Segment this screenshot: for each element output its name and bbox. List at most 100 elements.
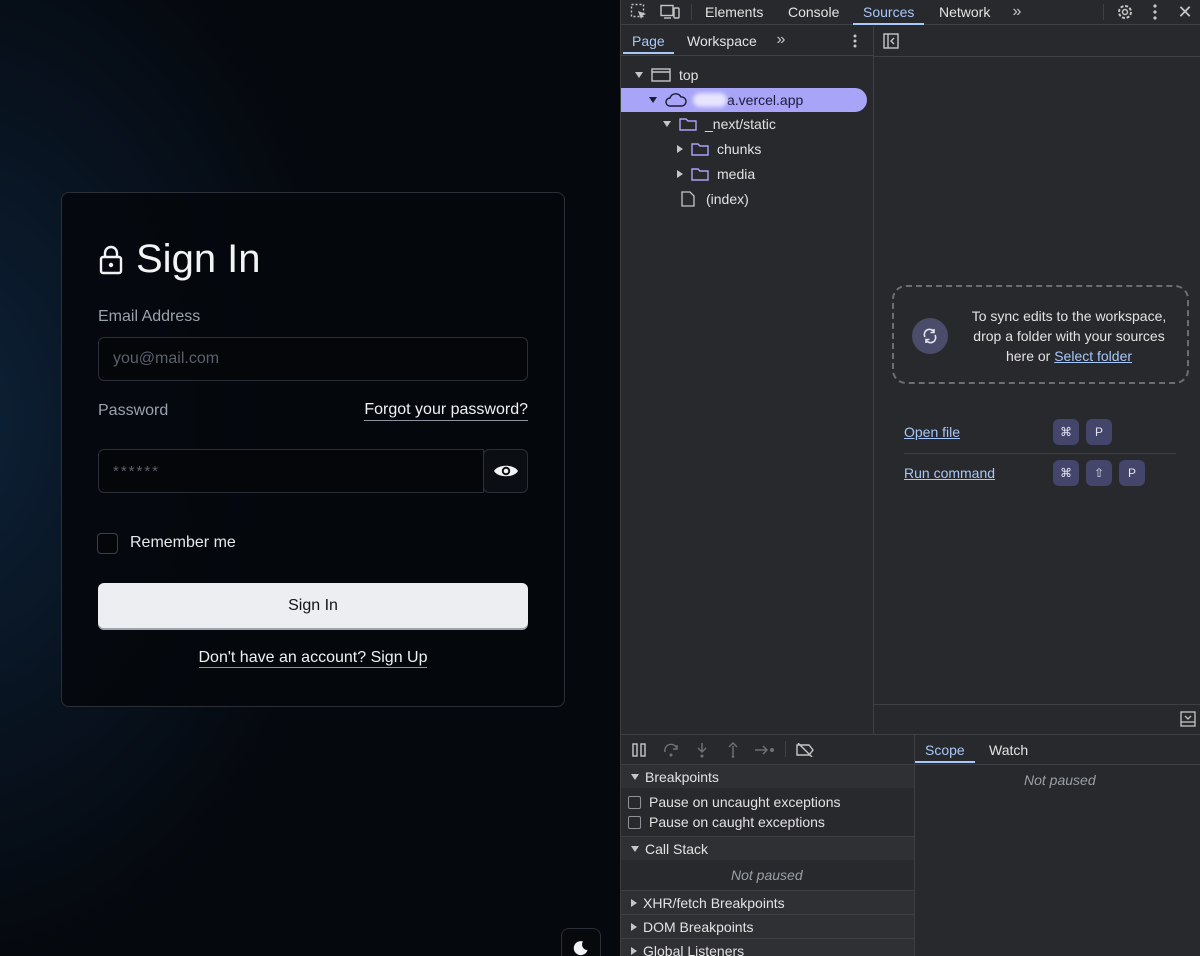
tab-sources[interactable]: Sources: [853, 0, 925, 25]
step-out-icon[interactable]: [723, 740, 743, 760]
sync-icon: [912, 318, 948, 354]
forgot-password-link[interactable]: Forgot your password?: [364, 401, 528, 421]
tree-item-media[interactable]: media: [621, 162, 873, 186]
device-toolbar-icon[interactable]: [659, 2, 681, 22]
tab-watch[interactable]: Watch: [989, 738, 1028, 763]
debugger-top-divider: [621, 734, 1200, 735]
cmd-key-icon: ⌘: [1053, 460, 1079, 486]
collapsed-triangle-icon: [631, 946, 637, 955]
login-app: Sign In Email Address you@mail.com Passw…: [0, 0, 620, 956]
password-field[interactable]: ******: [98, 449, 484, 493]
redacted-blur: [693, 93, 727, 107]
step-over-icon[interactable]: [661, 740, 681, 760]
tree-item-next-static[interactable]: _next/static: [621, 112, 873, 136]
scope-status: Not paused: [1024, 772, 1096, 788]
settings-gear-icon[interactable]: [1114, 1, 1136, 23]
navigator-subbar: Page Workspace »: [621, 26, 873, 56]
pause-uncaught-checkbox[interactable]: [628, 795, 641, 809]
expand-triangle-icon: [631, 845, 639, 852]
toolbar-divider: [691, 4, 692, 20]
workspace-drop-zone[interactable]: To sync edits to the workspace, drop a f…: [892, 285, 1189, 384]
tree-label-index: (index): [706, 191, 749, 207]
inspect-element-icon[interactable]: [629, 2, 649, 22]
remember-me-checkbox[interactable]: [97, 533, 118, 554]
tree-label-chunks: chunks: [717, 141, 762, 157]
pause-uncaught-row[interactable]: Pause on uncaught exceptions: [628, 794, 840, 810]
more-subtabs-chevron-icon[interactable]: »: [773, 30, 789, 50]
global-listeners-header[interactable]: Global Listeners: [621, 938, 914, 956]
toggle-sidebar-icon[interactable]: [881, 31, 901, 51]
password-label: Password: [98, 402, 169, 419]
dom-breakpoints-header[interactable]: DOM Breakpoints: [621, 914, 914, 938]
tree-label-domain: a.vercel.app: [727, 92, 804, 108]
expand-triangle-icon: [663, 121, 671, 127]
email-label: Email Address: [98, 308, 201, 325]
email-field[interactable]: you@mail.com: [98, 337, 528, 381]
hint-here-text: here or: [1005, 348, 1051, 364]
file-icon: [681, 191, 695, 207]
scope-divider: [915, 764, 1200, 765]
step-icon[interactable]: [753, 740, 777, 760]
tab-elements[interactable]: Elements: [705, 0, 763, 25]
hint-line-1: To sync edits to the workspace,: [971, 308, 1167, 324]
kebab-menu-icon[interactable]: [1145, 1, 1165, 23]
pause-caught-checkbox[interactable]: [628, 815, 641, 829]
p-key: P: [1086, 419, 1112, 445]
tab-network[interactable]: Network: [939, 0, 990, 25]
breakpoints-header[interactable]: Breakpoints: [621, 764, 914, 788]
tree-item-top[interactable]: top: [621, 63, 873, 87]
dom-title: DOM Breakpoints: [643, 918, 754, 935]
theme-toggle-button[interactable]: [561, 928, 601, 956]
call-stack-title: Call Stack: [645, 840, 709, 857]
run-command-link[interactable]: Run command: [904, 465, 995, 481]
toggle-debugger-icon[interactable]: [1179, 710, 1197, 728]
pause-uncaught-label: Pause on uncaught exceptions: [649, 794, 841, 810]
call-stack-header[interactable]: Call Stack: [621, 836, 914, 860]
shift-key-icon: ⇧: [1086, 460, 1112, 486]
cloud-icon: [665, 93, 687, 107]
call-stack-status: Not paused: [731, 867, 803, 883]
expand-triangle-icon: [649, 97, 657, 103]
close-icon[interactable]: ✕: [1175, 1, 1195, 23]
tree-label-media: media: [717, 166, 756, 182]
breakpoints-title: Breakpoints: [645, 768, 719, 785]
step-into-icon[interactable]: [692, 740, 712, 760]
tab-scope[interactable]: Scope: [915, 738, 975, 763]
sign-in-button[interactable]: Sign In: [98, 583, 528, 628]
tab-page[interactable]: Page: [623, 29, 674, 54]
lock-icon: [99, 245, 123, 274]
xhr-breakpoints-header[interactable]: XHR/fetch Breakpoints: [621, 890, 914, 914]
hint-line-3: here or Select folder: [964, 346, 1174, 366]
select-folder-link[interactable]: Select folder: [1054, 348, 1132, 364]
workspace-hint: To sync edits to the workspace, drop a f…: [964, 306, 1174, 366]
open-file-link[interactable]: Open file: [904, 424, 960, 440]
devtools-panel: Elements Console Sources Network » ✕ Pag…: [620, 0, 1200, 956]
tab-workspace[interactable]: Workspace: [687, 29, 757, 54]
tab-console[interactable]: Console: [788, 0, 839, 25]
xhr-title: XHR/fetch Breakpoints: [643, 894, 785, 911]
tree-item-chunks[interactable]: chunks: [621, 137, 873, 161]
folder-icon: [691, 168, 709, 181]
sign-up-link[interactable]: Don't have an account? Sign Up: [198, 649, 428, 668]
p-key: P: [1119, 460, 1145, 486]
collapsed-triangle-icon: [631, 922, 637, 931]
tree-item-index[interactable]: (index): [621, 187, 873, 211]
frame-icon: [651, 68, 671, 82]
tree-label-next-static: _next/static: [705, 116, 776, 132]
page-title: Sign In: [136, 237, 261, 281]
pause-caught-label: Pause on caught exceptions: [649, 814, 825, 830]
more-tabs-chevron-icon[interactable]: »: [1007, 2, 1027, 22]
pause-caught-row[interactable]: Pause on caught exceptions: [628, 814, 825, 830]
tree-item-domain[interactable]: a.vercel.app: [621, 88, 867, 112]
debugger-toolbar-divider: [785, 741, 786, 757]
collapsed-triangle-icon: [631, 898, 637, 907]
pause-icon[interactable]: [629, 740, 649, 760]
tree-label-top: top: [679, 67, 699, 83]
debugger-pane-divider: [914, 735, 915, 956]
toggle-password-button[interactable]: [483, 449, 528, 493]
deactivate-breakpoints-icon[interactable]: [793, 740, 817, 760]
navigator-menu-icon[interactable]: [849, 31, 861, 51]
title-row: Sign In: [98, 237, 261, 282]
toolbar-divider: [1103, 4, 1104, 20]
shortcut-divider: [904, 453, 1176, 454]
